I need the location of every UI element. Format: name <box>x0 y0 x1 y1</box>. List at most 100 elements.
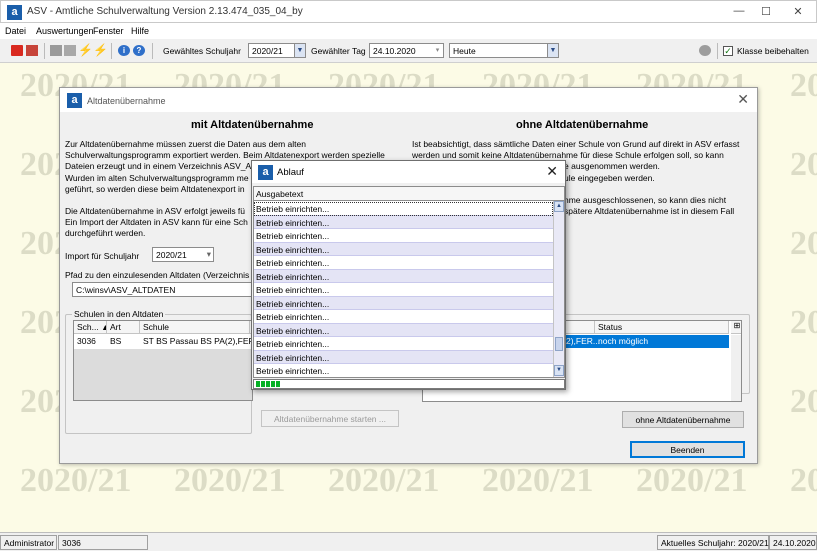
pfad-input[interactable]: C:\winsv\ASV_ALTDATEN <box>72 282 252 297</box>
col-header-schulnummer[interactable]: Sch... ▲ <box>74 321 107 334</box>
schuljahr-combo[interactable]: 2020/21 ▼ <box>248 43 306 58</box>
watermark-text: 2020/21 <box>790 225 817 262</box>
list-item[interactable]: Betrieb einrichten... <box>254 337 553 351</box>
lightning-icon[interactable]: ⚡ <box>78 44 93 56</box>
export-icon[interactable] <box>11 45 23 56</box>
table-scrollbar[interactable] <box>731 335 741 401</box>
cell-schule[interactable]: ST BS Passau BS PA(2),FER... <box>140 335 252 347</box>
app-logo-icon: a <box>7 5 22 20</box>
menu-bar: Datei Auswertungen Fenster Hilfe <box>0 23 817 39</box>
tag-value: 24.10.2020 <box>373 46 416 56</box>
progress-segment <box>276 381 280 387</box>
copy-icon[interactable] <box>50 45 62 56</box>
scroll-thumb[interactable] <box>555 337 563 351</box>
chevron-down-icon[interactable]: ▾ <box>207 249 211 260</box>
list-item[interactable]: Betrieb einrichten... <box>254 229 553 243</box>
status-user: Administrator <box>0 535 57 550</box>
scroll-up-icon[interactable]: ▲ <box>554 201 564 212</box>
progress-segment <box>271 381 275 387</box>
close-icon[interactable]: ✕ <box>546 163 558 180</box>
schulen-group-title: Schulen in den Altdaten <box>72 309 166 319</box>
watermark-text: 2020/21 <box>790 383 817 420</box>
col-header-status[interactable]: Status <box>595 321 729 334</box>
chevron-down-icon[interactable]: ▾ <box>432 44 443 57</box>
column-chooser-icon[interactable]: ⊞ <box>731 321 741 334</box>
toolbar-separator <box>152 43 153 59</box>
schulen-table: Sch... ▲ Art Schule S 3036 BS ST BS Pass… <box>73 320 253 401</box>
toolbar: ⚡ ⚡ i ? Gewähltes Schuljahr 2020/21 ▼ Ge… <box>0 39 817 63</box>
chevron-down-icon[interactable]: ▼ <box>547 44 558 57</box>
watermark-text: 2020/21 <box>790 304 817 341</box>
list-item[interactable]: Betrieb einrichten... <box>254 242 553 256</box>
gear-icon[interactable] <box>699 45 711 56</box>
schuljahr-value: 2020/21 <box>252 46 283 56</box>
text-line: hme ausgeschlossenen, so kann dies nicht <box>564 195 727 205</box>
tag-date-field[interactable]: 24.10.2020 ▾ <box>369 43 444 58</box>
scroll-down-icon[interactable]: ▼ <box>554 365 564 376</box>
watermark-text: 2020/21 <box>20 462 132 499</box>
toolbar-separator <box>44 43 45 59</box>
col-header-art[interactable]: Art <box>107 321 140 334</box>
progress-segment <box>261 381 265 387</box>
list-item[interactable]: Betrieb einrichten... <box>254 350 553 364</box>
app-logo-icon: a <box>67 93 82 108</box>
list-item[interactable]: Betrieb einrichten... <box>254 269 553 283</box>
ablauf-dialog: a Ablauf ✕ Ausgabetext Betrieb einrichte… <box>251 160 566 390</box>
ablauf-column-header: Ausgabetext <box>254 187 564 201</box>
list-item[interactable]: Betrieb einrichten... <box>254 283 553 297</box>
menu-datei[interactable]: Datei <box>5 26 26 36</box>
watermark-text: 2020/21 <box>790 67 817 104</box>
lightning2-icon[interactable]: ⚡ <box>93 44 108 56</box>
text-line: Zur Altdatenübernahme müssen zuerst die … <box>65 139 306 149</box>
altdaten-start-button[interactable]: Altdatenübernahme starten ... <box>261 410 399 427</box>
toolbar-separator <box>111 43 112 59</box>
watermark-text: 2020/21 <box>482 462 594 499</box>
right-heading: ohne Altdatenübernahme <box>516 119 649 131</box>
left-heading: mit Altdatenübernahme <box>191 119 314 131</box>
watermark-text: 2020/21 <box>790 146 817 183</box>
export2-icon[interactable] <box>26 45 38 56</box>
ablauf-title: Ablauf <box>277 167 304 178</box>
dialog-title: Altdatenübernahme <box>87 96 166 106</box>
list-item[interactable]: Betrieb einrichten... <box>254 296 553 310</box>
list-item[interactable]: Betrieb einrichten... <box>254 323 553 337</box>
status-bar: Administrator 3036 Aktuelles Schuljahr: … <box>0 532 817 551</box>
cell-art[interactable]: BS <box>107 335 140 347</box>
paste-icon[interactable] <box>64 45 76 56</box>
info-icon[interactable]: i <box>118 45 130 56</box>
import-label: Import für Schuljahr <box>65 251 140 261</box>
status-date: 24.10.2020 <box>769 535 817 550</box>
menu-auswertungen[interactable]: Auswertungen <box>36 26 94 36</box>
window-title: ASV - Amtliche Schulverwaltung Version 2… <box>27 6 303 17</box>
ohne-altdaten-button[interactable]: ohne Altdatenübernahme <box>622 411 744 428</box>
close-button[interactable]: ✕ <box>791 5 805 18</box>
minimize-button[interactable]: — <box>732 5 746 17</box>
list-item[interactable]: Betrieb einrichten... <box>254 310 553 324</box>
close-icon[interactable]: ✕ <box>737 91 749 108</box>
text-line: Ist beabsichtigt, dass sämtliche Daten e… <box>412 139 740 149</box>
dialog-title-bar: a Altdatenübernahme ✕ <box>60 88 757 112</box>
schuljahr-label: Gewähltes Schuljahr <box>163 46 241 56</box>
zeitraum-value: Heute <box>453 46 476 56</box>
list-item[interactable]: Betrieb einrichten... <box>254 364 553 377</box>
help-icon[interactable]: ? <box>133 45 145 56</box>
beenden-button[interactable]: Beenden <box>630 441 745 458</box>
maximize-button[interactable]: ☐ <box>759 5 773 18</box>
progress-segment <box>256 381 260 387</box>
cell-schulnummer[interactable]: 3036 <box>74 335 107 347</box>
klasse-checkbox[interactable]: ✓ <box>723 46 733 56</box>
col-header-schule[interactable]: Schule <box>140 321 250 334</box>
table-empty-area <box>74 349 252 400</box>
zeitraum-combo[interactable]: Heute ▼ <box>449 43 559 58</box>
chevron-down-icon[interactable]: ▼ <box>294 44 305 57</box>
list-item[interactable]: Betrieb einrichten... <box>254 202 553 216</box>
menu-hilfe[interactable]: Hilfe <box>131 26 149 36</box>
import-schuljahr-combo[interactable]: 2020/21 ▾ <box>152 247 214 262</box>
ablauf-title-bar: a Ablauf ✕ <box>252 161 565 183</box>
watermark-text: 2020/21 <box>636 462 748 499</box>
list-item[interactable]: Betrieb einrichten... <box>254 256 553 270</box>
progress-segment <box>266 381 270 387</box>
menu-fenster[interactable]: Fenster <box>93 26 124 36</box>
ablauf-scrollbar[interactable]: ▲ ▼ <box>553 201 564 377</box>
list-item[interactable]: Betrieb einrichten... <box>254 215 553 229</box>
